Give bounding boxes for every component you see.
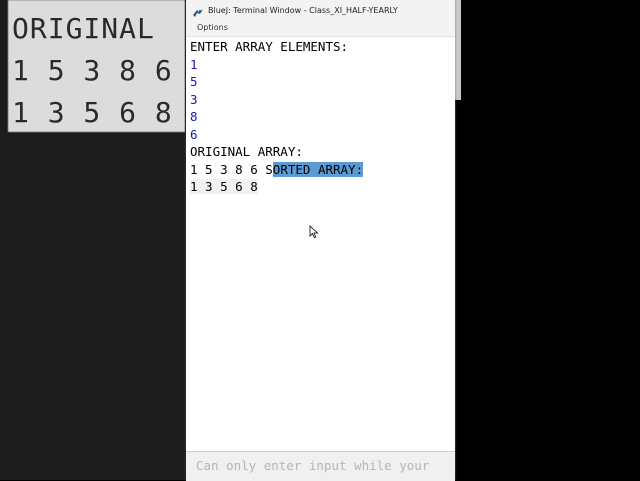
terminal-line-original-label: ORIGINAL ARRAY: [190,144,303,159]
background-line-3: 1 3 5 6 8 [12,96,173,129]
terminal-line-input-4: 8 [190,109,198,124]
menu-options[interactable]: Options [197,23,228,32]
mouse-pointer-icon [309,225,319,239]
terminal-line-original-values: 1 5 3 8 6 SORTED ARRAY: [190,161,364,179]
terminal-window: BlueJ: Terminal Window - Class_XI_HALF-Y… [186,0,455,481]
sorted-values-text: 1 3 5 6 8 [190,179,258,194]
background-blur-right [455,0,640,480]
background-line-2: 1 5 3 8 6 [12,54,173,87]
background-line-1: ORIGINAL [12,12,155,45]
original-values-text: 1 5 3 8 6 S [190,161,273,177]
bluej-bird-icon [192,4,204,17]
terminal-line-input-5: 6 [190,126,198,142]
terminal-line-input-3: 3 [190,91,198,107]
input-status-bar: Can only enter input while your [186,451,455,481]
background-blur-left: ORIGINAL 1 5 3 8 6 1 3 5 6 8 [0,0,185,480]
window-title: BlueJ: Terminal Window - Class_XI_HALF-Y… [208,5,398,15]
terminal-output[interactable]: ENTER ARRAY ELEMENTS: 1 5 3 8 6 ORIGINAL… [186,37,455,451]
input-hint: Can only enter input while your [196,458,430,473]
menu-bar: Options [186,20,455,37]
terminal-line-prompt: ENTER ARRAY ELEMENTS: [190,39,349,54]
terminal-line-input-1: 1 [190,56,198,72]
background-strip [455,0,461,100]
terminal-line-input-2: 5 [190,74,198,89]
title-bar[interactable]: BlueJ: Terminal Window - Class_XI_HALF-Y… [186,0,455,20]
terminal-line-sorted-values: 1 3 5 6 8 [190,178,258,196]
selected-text: ORTED ARRAY: [272,161,364,177]
